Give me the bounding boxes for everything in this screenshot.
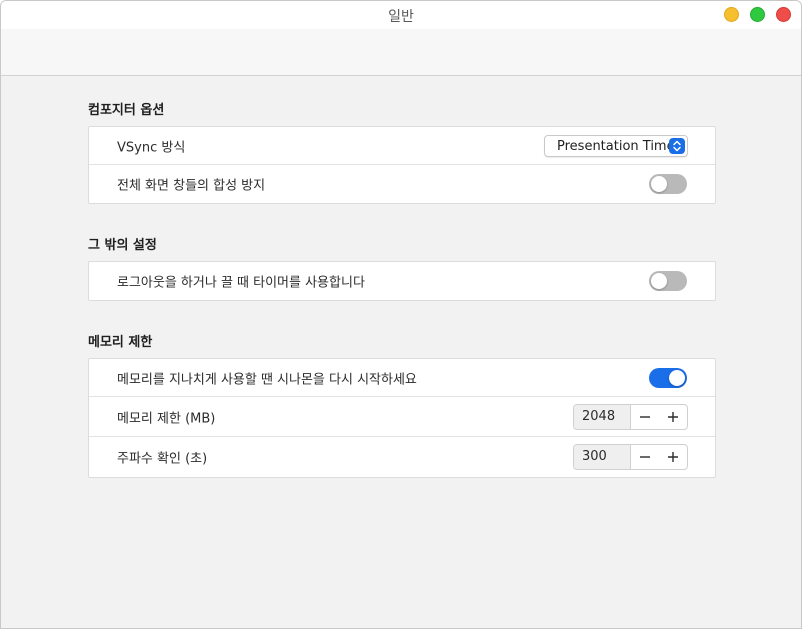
memory-limit-increment-button[interactable] — [659, 405, 687, 429]
maximize-button[interactable] — [750, 7, 765, 22]
group-memory-limit: 메모리를 지나치게 사용할 땐 시나몬을 다시 시작하세요 메모리 제한 (MB… — [88, 358, 716, 478]
memory-limit-label: 메모리 제한 (MB) — [117, 411, 216, 426]
toolbar — [1, 29, 801, 76]
vsync-method-select[interactable]: Presentation Time — [544, 134, 688, 157]
toggle-knob — [651, 176, 667, 192]
group-other-settings: 로그아웃을 하거나 끌 때 타이머를 사용합니다 — [88, 261, 716, 301]
minimize-button[interactable] — [724, 7, 739, 22]
group-compositor: VSync 방식 Presentation Time 전체 화면 창들의 합성 … — [88, 126, 716, 204]
row-unredirect-fullscreen: 전체 화면 창들의 합성 방지 — [89, 165, 715, 203]
check-frequency-increment-button[interactable] — [659, 445, 687, 469]
settings-window: 일반 컴포지터 옵션 VSync 방식 Presentation Time 전체… — [0, 0, 802, 629]
check-frequency-stepper: 300 — [573, 444, 688, 470]
check-frequency-input[interactable]: 300 — [574, 445, 631, 469]
section-title-compositor: 컴포지터 옵션 — [88, 103, 165, 118]
toggle-knob — [669, 369, 685, 386]
vsync-method-value: Presentation Time — [557, 138, 675, 154]
row-check-frequency: 주파수 확인 (초) 300 — [89, 437, 715, 477]
window-title: 일반 — [388, 9, 414, 25]
section-title-memory-limit: 메모리 제한 — [88, 335, 153, 350]
memory-limit-decrement-button[interactable] — [631, 405, 659, 429]
memory-limit-stepper: 2048 — [573, 403, 688, 430]
select-arrows-icon — [669, 137, 685, 154]
plus-icon — [668, 411, 678, 422]
close-button[interactable] — [776, 7, 791, 22]
minus-icon — [640, 415, 650, 418]
plus-icon — [668, 452, 678, 462]
row-logout-timer: 로그아웃을 하거나 끌 때 타이머를 사용합니다 — [89, 262, 715, 300]
row-restart-on-memory: 메모리를 지나치게 사용할 땐 시나몬을 다시 시작하세요 — [89, 359, 715, 397]
title-bar: 일반 — [1, 1, 801, 29]
unredirect-fullscreen-label: 전체 화면 창들의 합성 방지 — [117, 178, 266, 194]
check-frequency-label: 주파수 확인 (초) — [117, 451, 208, 467]
row-memory-limit-mb: 메모리 제한 (MB) 2048 — [89, 397, 715, 437]
memory-limit-input[interactable]: 2048 — [574, 404, 631, 429]
minus-icon — [640, 456, 650, 458]
check-frequency-decrement-button[interactable] — [631, 445, 659, 469]
logout-timer-toggle[interactable] — [649, 271, 687, 291]
restart-on-memory-toggle[interactable] — [649, 367, 687, 388]
restart-on-memory-label: 메모리를 지나치게 사용할 땐 시나몬을 다시 시작하세요 — [117, 372, 417, 387]
unredirect-fullscreen-toggle[interactable] — [649, 174, 687, 194]
row-vsync-method: VSync 방식 Presentation Time — [89, 127, 715, 165]
toggle-knob — [651, 273, 667, 289]
vsync-method-label: VSync 방식 — [117, 140, 186, 155]
logout-timer-label: 로그아웃을 하거나 끌 때 타이머를 사용합니다 — [117, 275, 365, 291]
section-title-other-settings: 그 밖의 설정 — [88, 238, 157, 253]
